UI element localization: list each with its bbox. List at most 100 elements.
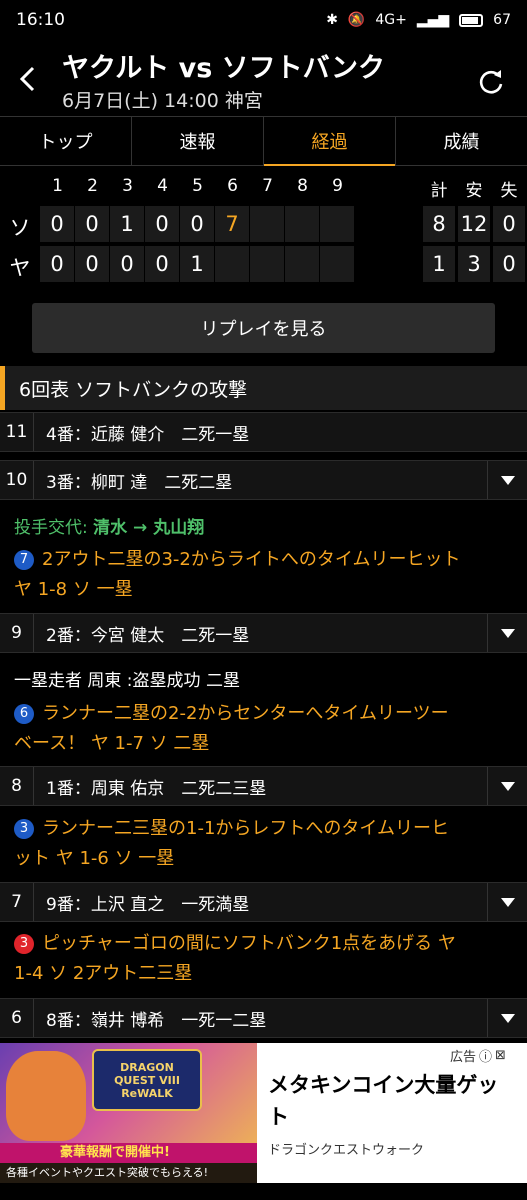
score-cell (320, 246, 354, 282)
total-runs: 8 (423, 206, 455, 242)
inning-header: 5 (192, 176, 203, 196)
score-cell (250, 246, 284, 282)
score-cell (320, 206, 354, 242)
inning-header: 2 (87, 176, 98, 196)
ad-banner[interactable]: DRAGON QUEST VIII ReWALK 豪華報酬で開催中! 各種イベン… (0, 1043, 527, 1183)
ad-info-icon[interactable]: ⓘ (479, 1046, 492, 1065)
game-info: 6月7日(土) 14:00 神宮 (62, 90, 263, 112)
run-badge: 3 (14, 819, 34, 839)
ad-image[interactable]: DRAGON QUEST VIII ReWALK 豪華報酬で開催中! 各種イベン… (0, 1043, 257, 1183)
chevron-down-icon (500, 628, 515, 638)
tab-bar: トップ 速報 経過 成績 (0, 116, 527, 166)
score-cell: 0 (40, 206, 74, 242)
ad-game-logo: DRAGON QUEST VIII ReWALK (92, 1049, 202, 1111)
at-bat-row[interactable]: 6 8番：嶺井 博希 一死一二塁 (0, 998, 527, 1038)
at-bat-row[interactable]: 10 3番：柳町 達 二死二塁 (0, 460, 527, 500)
expand-button[interactable] (487, 999, 527, 1037)
team-label-yakult: ヤ (9, 256, 31, 280)
inning-section-header: 6回表 ソフトバンクの攻撃 (0, 366, 527, 410)
battery-icon (459, 13, 484, 27)
scoring-play-text: 1-4 ソ 2アウト二三塁 (14, 963, 193, 984)
at-bat-number: 6 (0, 999, 34, 1037)
header: ヤクルト vs ソフトバンク 6月7日(土) 14:00 神宮 (0, 40, 527, 116)
status-time: 16:10 (16, 10, 65, 30)
pitching-change: 投手交代: 清水 → 丸山翔 (14, 513, 204, 538)
run-badge: 7 (14, 550, 34, 570)
ad-close-icon[interactable]: ⊠ (495, 1048, 506, 1063)
total-errors-header: 失 (500, 181, 518, 201)
score-cell: 0 (110, 246, 144, 282)
reload-button[interactable] (477, 68, 505, 96)
at-bat-text: 8番：嶺井 博希 一死一二塁 (46, 1010, 267, 1031)
tab-stats[interactable]: 成績 (396, 117, 527, 165)
tab-top[interactable]: トップ (0, 117, 132, 165)
scoring-play: 3 ピッチャーゴロの間にソフトバンク1点をあげる ヤ 1-4 ソ 2アウト二三塁 (14, 929, 514, 989)
chevron-down-icon (500, 1013, 515, 1023)
at-bat-number: 8 (0, 767, 34, 805)
at-bat-row[interactable]: 11 4番：近藤 健介 二死一塁 (0, 412, 527, 452)
inning-header: 9 (332, 176, 343, 196)
signal-icon: ▂▄▆ (416, 12, 450, 28)
inning-header: 3 (122, 176, 133, 196)
ad-label[interactable]: 広告 ⓘ ⊠ (450, 1046, 506, 1065)
score-cell (285, 206, 319, 242)
battery-percent: 67 (493, 12, 511, 28)
score-cell (285, 246, 319, 282)
ad-banner-subtext: 各種イベントやクエスト突破でもらえる! (0, 1163, 257, 1183)
scoring-play: 6 ランナー二塁の2-2からセンターへタイムリーツー ベース！ ヤ 1-7 ソ 二… (14, 699, 514, 759)
scoring-play-text: ピッチャーゴロの間にソフトバンク1点をあげる ヤ (42, 933, 456, 954)
score-cell: 1 (180, 246, 214, 282)
scoring-play: 7 2アウト二塁の3-2からライトへのタイムリーヒット ヤ 1-8 ソ 一塁 (14, 545, 514, 605)
expand-button[interactable] (487, 767, 527, 805)
scoring-play-text: ット ヤ 1-6 ソ 一塁 (14, 848, 175, 869)
steal-event: 一塁走者 周東 :盗塁成功 二塁 (14, 671, 240, 691)
at-bat-text: 1番：周東 佑京 二死二三塁 (46, 778, 267, 799)
status-icons: ✱ 🔕 4G+ ▂▄▆ 67 (326, 12, 511, 28)
score-cell: 0 (145, 206, 179, 242)
at-bat-number: 10 (0, 461, 34, 499)
total-hits-header: 安 (465, 181, 483, 201)
total-runs-header: 計 (430, 181, 448, 201)
at-bat-number: 9 (0, 614, 34, 652)
chevron-down-icon (500, 781, 515, 791)
score-cell: 0 (180, 206, 214, 242)
status-bar: 16:10 ✱ 🔕 4G+ ▂▄▆ 67 (0, 0, 527, 40)
bluetooth-icon: ✱ (326, 12, 338, 28)
at-bat-text: 9番：上沢 直之 一死満塁 (46, 894, 250, 915)
total-hits: 3 (458, 246, 490, 282)
ad-sponsor: ドラゴンクエストウォーク (268, 1143, 425, 1158)
team-label-softbank: ソ (9, 216, 31, 240)
score-cell: 0 (145, 246, 179, 282)
inning-header: 8 (297, 176, 308, 196)
expand-button[interactable] (487, 614, 527, 652)
score-cell: 0 (75, 246, 109, 282)
at-bat-row[interactable]: 7 9番：上沢 直之 一死満塁 (0, 882, 527, 922)
inning-header: 6 (227, 176, 238, 196)
tab-live[interactable]: 速報 (132, 117, 264, 165)
scoring-play-text: 2アウト二塁の3-2からライトへのタイムリーヒット (42, 549, 461, 570)
network-label: 4G+ (375, 12, 407, 28)
replay-button[interactable]: リプレイを見る (32, 303, 495, 353)
ad-banner-text: 豪華報酬で開催中! (0, 1143, 257, 1163)
back-button[interactable] (12, 64, 42, 94)
at-bat-text: 4番：近藤 健介 二死一塁 (46, 424, 250, 445)
scoring-play-text: ベース！ ヤ 1-7 ソ 二塁 (14, 733, 210, 754)
total-hits: 12 (458, 206, 490, 242)
page-title: ヤクルト vs ソフトバンク (62, 53, 386, 84)
expand-button[interactable] (487, 883, 527, 921)
scoreboard: 1 2 3 4 5 6 7 8 9 計 安 失 ソ 0 0 1 0 0 7 8 … (0, 166, 527, 286)
ad-title[interactable]: メタキンコイン大量ゲット (268, 1069, 518, 1133)
at-bat-row[interactable]: 8 1番：周東 佑京 二死二三塁 (0, 766, 527, 806)
score-cell: 0 (40, 246, 74, 282)
scoring-play: 3 ランナー二三塁の1-1からレフトへのタイムリーヒ ット ヤ 1-6 ソ 一塁 (14, 814, 514, 874)
expand-button[interactable] (487, 461, 527, 499)
total-errors: 0 (493, 246, 525, 282)
at-bat-row[interactable]: 9 2番：今宮 健太 二死一塁 (0, 613, 527, 653)
tab-progress[interactable]: 経過 (264, 117, 396, 166)
scoring-play-text: ランナー二三塁の1-1からレフトへのタイムリーヒ (42, 818, 450, 839)
at-bat-number: 7 (0, 883, 34, 921)
total-errors: 0 (493, 206, 525, 242)
mute-icon: 🔕 (347, 12, 366, 28)
at-bat-number: 11 (0, 413, 34, 451)
ad-label-text: 広告 (450, 1050, 477, 1065)
